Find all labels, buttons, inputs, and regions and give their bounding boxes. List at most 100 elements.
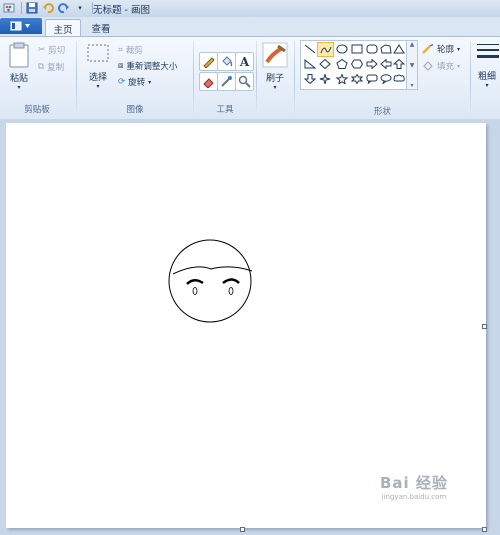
brush-icon <box>262 42 288 68</box>
scroll-up-icon[interactable]: ▲ <box>410 41 415 48</box>
right-triangle-shape[interactable] <box>302 57 317 70</box>
app-icon[interactable] <box>2 1 16 15</box>
brushes-button[interactable]: 刷子 ▾ <box>259 42 291 91</box>
hexagon-icon <box>350 59 363 68</box>
diamond-shape[interactable] <box>317 57 332 70</box>
paint-menu-button[interactable] <box>0 18 42 34</box>
curve-shape[interactable] <box>317 42 334 57</box>
tools-group: A 工具 <box>195 39 255 117</box>
four-point-star-icon <box>319 73 330 84</box>
fill-bucket-icon <box>423 61 433 71</box>
right-arrow-shape[interactable] <box>364 57 379 70</box>
rounded-callout-shape[interactable] <box>364 72 379 85</box>
crop-button[interactable]: ⌗ 裁剪 <box>118 44 143 56</box>
scroll-down-icon[interactable]: ▼ <box>410 62 415 69</box>
down-arrow-icon <box>303 73 316 84</box>
triangle-shape[interactable] <box>391 42 406 55</box>
pencil-tool[interactable] <box>199 52 218 71</box>
rounded-callout-icon <box>366 74 377 84</box>
watermark-url: jingyan.baidu.com <box>381 493 447 501</box>
rounded-rectangle-icon <box>366 44 377 53</box>
rectangle-shape[interactable] <box>349 42 364 55</box>
fill-tool[interactable] <box>217 52 236 71</box>
redo-icon[interactable] <box>57 1 71 15</box>
rotate-icon: ⟳ <box>118 77 126 87</box>
five-point-star-icon <box>335 73 348 84</box>
pentagon-shape[interactable] <box>334 57 349 70</box>
select-rect-icon <box>87 44 109 62</box>
cut-button[interactable]: ✂ 剪切 <box>38 44 65 56</box>
group-divider <box>76 41 77 113</box>
undo-icon[interactable] <box>41 1 55 15</box>
four-point-star-shape[interactable] <box>317 72 332 85</box>
clipboard-group: 粘贴 ▾ ✂ 剪切 ⧉ 复制 剪贴板 <box>0 39 74 117</box>
ribbon: 粘贴 ▾ ✂ 剪切 ⧉ 复制 剪贴板 选择 ▾ ⌗ 裁剪 ⧈ 重新调整大小 ⟳ <box>0 36 500 120</box>
text-tool[interactable]: A <box>235 52 254 71</box>
group-divider <box>256 41 257 113</box>
chevron-down-icon: ▾ <box>96 83 100 90</box>
clipboard-group-label: 剪贴板 <box>24 105 50 115</box>
paste-button[interactable]: 粘贴 ▾ <box>5 42 33 91</box>
resize-button[interactable]: ⧈ 重新调整大小 <box>118 60 177 72</box>
tab-view[interactable]: 查看 <box>84 19 118 36</box>
pencil-icon <box>203 57 215 68</box>
cloud-callout-icon <box>393 74 405 81</box>
tools-group-label: 工具 <box>216 105 234 115</box>
eyedropper-icon <box>221 76 232 87</box>
outline-brush-icon <box>422 44 434 54</box>
right-arrow-icon <box>366 58 378 69</box>
select-button[interactable]: 选择 ▾ <box>84 42 112 90</box>
fill-button[interactable]: 填充 ▾ <box>422 60 460 72</box>
triangle-icon <box>392 43 405 53</box>
resize-handle-right[interactable] <box>482 324 487 329</box>
customize-icon[interactable]: ▾ <box>73 1 87 15</box>
down-arrow-shape[interactable] <box>302 72 317 85</box>
hexagon-shape[interactable] <box>349 57 364 70</box>
curve-icon <box>320 46 331 53</box>
outline-button[interactable]: 轮廓 ▾ <box>422 43 460 55</box>
magnifier-tool[interactable] <box>235 72 254 91</box>
magnifier-icon <box>238 75 251 88</box>
face-drawing <box>168 239 253 323</box>
rotate-button[interactable]: ⟳ 旋转 ▾ <box>118 76 151 88</box>
quick-access-toolbar: ▾ <box>2 1 96 15</box>
crop-icon: ⌗ <box>118 45 123 55</box>
size-button[interactable]: 粗细 ▾ <box>474 41 500 89</box>
tab-home[interactable]: 主页 <box>45 19 81 37</box>
text-icon: A <box>239 54 250 69</box>
group-divider <box>193 41 194 113</box>
group-divider <box>470 41 471 113</box>
eraser-tool[interactable] <box>199 72 218 91</box>
pentagon-icon <box>335 58 348 69</box>
expand-icon[interactable]: ▾ <box>410 82 413 89</box>
cloud-callout-shape[interactable] <box>391 72 406 85</box>
watermark: Bai 经验 jingyan.baidu.com <box>380 472 448 501</box>
shapes-scrollbar[interactable]: ▲ ▼ ▾ <box>406 40 418 90</box>
shapes-gallery <box>300 40 407 90</box>
save-icon[interactable] <box>25 1 39 15</box>
watermark-logo: Bai 经验 <box>380 474 448 492</box>
chevron-down-icon: ▾ <box>273 84 277 91</box>
copy-button[interactable]: ⧉ 复制 <box>38 61 64 73</box>
oval-shape[interactable] <box>334 42 349 55</box>
window-title: 无标题 - 画图 <box>93 5 150 16</box>
copy-icon: ⧉ <box>38 62 45 72</box>
line-shape[interactable] <box>302 42 317 55</box>
drawing-canvas[interactable] <box>6 123 486 528</box>
resize-handle-bottom[interactable] <box>240 527 245 532</box>
left-arrow-icon <box>379 58 391 69</box>
clipboard-icon <box>9 42 29 68</box>
five-point-star-shape[interactable] <box>334 72 349 85</box>
diamond-icon <box>318 58 331 69</box>
eraser-icon <box>203 78 214 88</box>
line-weight-icon <box>477 44 499 58</box>
six-point-star-icon <box>350 73 363 84</box>
up-arrow-shape[interactable] <box>391 57 406 70</box>
color-picker-tool[interactable] <box>217 72 236 91</box>
resize-handle-corner[interactable] <box>482 527 487 532</box>
rounded-rectangle-shape[interactable] <box>364 42 379 55</box>
chevron-down-icon: ▾ <box>457 45 461 53</box>
six-point-star-shape[interactable] <box>349 72 364 85</box>
polygon-icon <box>379 43 392 53</box>
up-arrow-icon <box>392 58 405 69</box>
